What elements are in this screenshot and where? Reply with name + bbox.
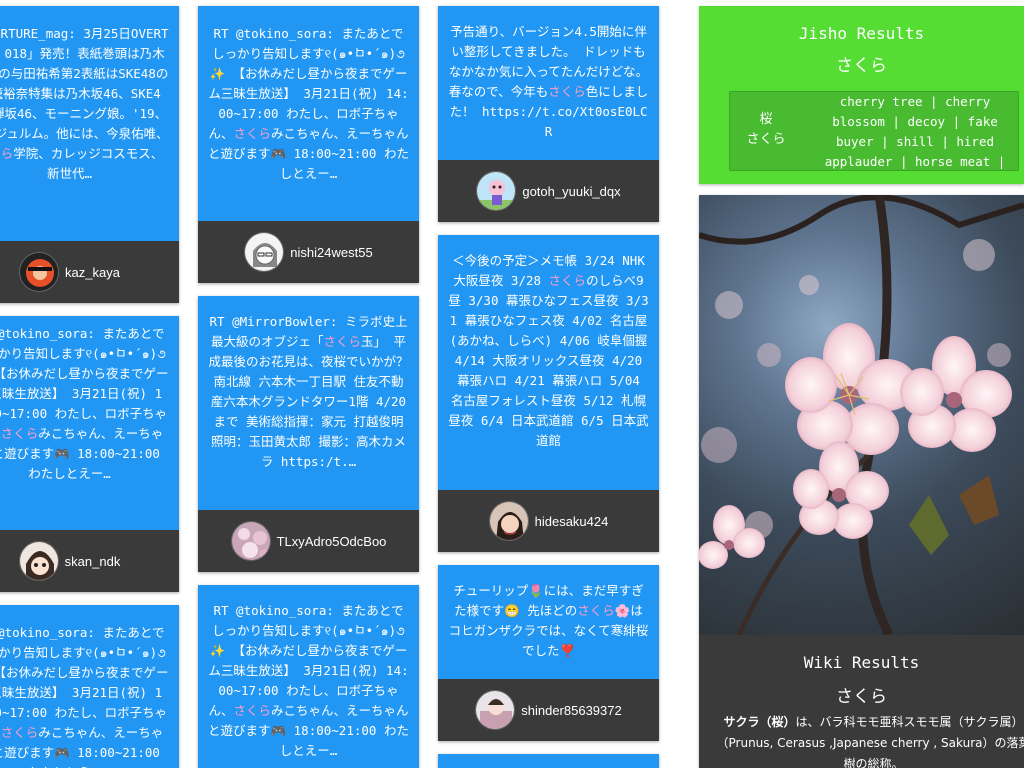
username[interactable]: hidesaku424 [535,514,609,529]
username[interactable]: nishi24west55 [290,245,372,260]
user-avatar-icon[interactable] [230,521,271,561]
username[interactable]: shinder85639372 [521,703,621,718]
username[interactable]: skan_ndk [65,554,121,569]
wiki-reading: さくら [836,687,887,707]
highlight-word: さくら [0,725,39,740]
tweet-card[interactable]: ＜今後の予定＞メモ帳 3/24 NHK大阪昼夜 3/28 さくらのしらべ9昼 3… [438,235,659,552]
tweet-footer[interactable]: shinder85639372 [438,679,659,741]
tweet-text: RT @tokino_sora: またあとでしっかり告知します୧(๑•̀ㅁ•́๑… [0,625,169,768]
tweet-text: チューリップ🌷には、まだ早すぎた様です😁 先ほどのさくら🌸はコヒガンザクラでは、… [448,583,649,658]
user-avatar-icon[interactable] [488,501,529,541]
tweet-footer[interactable]: nishi24west55 [198,221,419,283]
jisho-definitions: cherry tree | cherry blossom | decoy | f… [824,94,1006,169]
highlight-word: さくら [548,273,587,288]
jisho-entry[interactable]: 桜 さくら cherry tree | cherry blossom | dec… [729,91,1019,171]
tweet-text: 予告通り、バージョン4.5開始に伴い整形してきました。 ドレッドもなかなか気に入… [448,24,649,139]
wiki-results-panel: Wiki Results さくら サクラ（桜）は、バラ科モモ亜科スモモ属（サクラ… [699,195,1024,768]
jisho-title: Jisho Results [798,24,925,43]
tweet-footer[interactable]: kaz_kaya [0,241,179,303]
tweet-card[interactable]: 予告通り、バージョン4.5開始に伴い整形してきました。 ドレッドもなかなか気に入… [438,6,659,222]
tweet-card[interactable]: RT @tokino_sora: またあとでしっかり告知します୧(๑•̀ㅁ•́๑… [0,605,179,768]
user-avatar-icon[interactable] [475,690,516,730]
wiki-title: Wiki Results [803,653,920,672]
user-avatar-icon[interactable] [244,232,285,272]
tweet-text: RT @tokino_sora: またあとでしっかり告知します୧(๑•̀ㅁ•́๑… [208,603,409,758]
username[interactable]: gotoh_yuuki_dqx [522,184,620,199]
jisho-word: 桜 さくら [730,110,802,150]
user-avatar-icon[interactable] [18,541,59,581]
tweet-card[interactable]: RT @tokino_sora: またあとでしっかり告知します୧(๑•̀ㅁ•́๑… [0,316,179,592]
username[interactable]: TLxyAdro5OdcBoo [277,534,387,549]
tweet-card[interactable]: RT @MirrorBowler: ミラボ史上最大級のオブジェ「さくら玉」 平成… [198,296,419,572]
user-avatar-icon[interactable] [476,171,517,211]
highlight-word: さくら [233,703,271,718]
highlight-word: さくら [0,426,39,441]
tweet-text: ＜今後の予定＞メモ帳 3/24 NHK大阪昼夜 3/28 さくらのしらべ9昼 3… [448,253,649,448]
tweet-text: RT @tokino_sora: またあとでしっかり告知します୧(๑•̀ㅁ•́๑… [208,26,409,181]
jisho-reading: さくら [836,56,887,76]
user-avatar-icon[interactable] [19,252,60,292]
tweet-text: RT @MirrorBowler: ミラボ史上最大級のオブジェ「さくら玉」 平成… [208,314,409,469]
highlight-word: さくら [548,84,586,99]
jisho-kanji: 桜 [759,112,773,127]
tweet-text: RT @tokino_sora: またあとでしっかり告知します୧(๑•̀ㅁ•́๑… [0,326,169,481]
highlight-word: さくら [233,126,271,141]
tweet-card[interactable]: RT @tokino_sora: またあとでしっかり告知します୧(๑•̀ㅁ•́๑… [198,6,419,283]
tweet-card[interactable]: チューリップ🌷には、まだ早すぎた様です😁 先ほどのさくら🌸はコヒガンザクラでは、… [438,565,659,741]
tweet-footer[interactable]: skan_ndk [0,530,179,592]
tweet-card[interactable]: @OVERTURE_mag: 3月25日OVERTURE 018」発売！表紙巻頭… [0,6,179,303]
jisho-results-panel: Jisho Results さくら 桜 さくら cherry tree | ch… [699,6,1024,184]
jisho-kana: さくら [746,132,786,147]
tweet-text: @OVERTURE_mag: 3月25日OVERTURE 018」発売！表紙巻頭… [0,6,179,242]
username[interactable]: kaz_kaya [65,265,120,280]
cherry-blossom-photo [699,195,1024,638]
tweet-footer[interactable]: gotoh_yuuki_dqx [438,160,659,222]
tweet-footer[interactable]: hidesaku424 [438,490,659,552]
tweet-footer[interactable]: TLxyAdro5OdcBoo [198,510,419,572]
tweet-card[interactable] [438,754,659,768]
highlight-word: さくら [323,334,361,349]
tweet-card[interactable]: RT @tokino_sora: またあとでしっかり告知します୧(๑•̀ㅁ•́๑… [198,585,419,768]
highlight-word: さくら [577,603,615,618]
highlight-word: さくら [0,146,14,161]
wiki-term: サクラ（桜） [723,715,796,729]
wiki-description: サクラ（桜）は、バラ科モモ亜科スモモ属（サクラ属）（Prunus, Cerasu… [713,712,1024,768]
